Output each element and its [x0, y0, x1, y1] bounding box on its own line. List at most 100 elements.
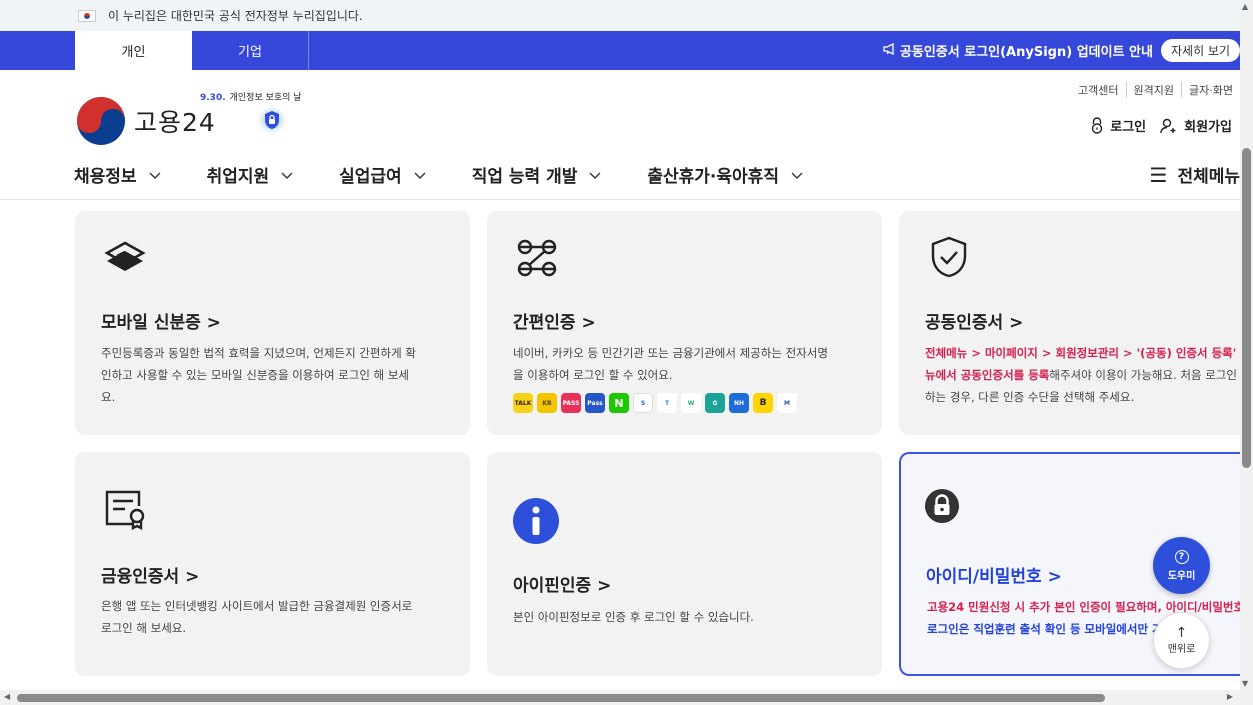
gov-emblem-icon	[77, 97, 125, 145]
card-desc-line: 요.	[101, 390, 116, 404]
nav-label: 채용정보	[74, 167, 137, 187]
privacy-day-date: 9.30.	[200, 93, 226, 103]
nav-skill-development[interactable]: 직업 능력 개발	[472, 162, 602, 187]
nav-label: 출산휴가·육아휴직	[647, 167, 779, 187]
card-title: 아이디/비밀번호 >	[926, 567, 1062, 587]
card-title: 아이핀인증 >	[513, 576, 612, 596]
card-desc-line: 인하고 사용할 수 있는 모바일 신분증을 이용하여 로그인 해 보세	[101, 368, 409, 382]
login-card-ipin[interactable]: 아이핀인증 > 본인 아이핀정보로 인증 후 로그인 할 수 있습니다.	[487, 452, 882, 676]
scroll-right-arrow-icon[interactable]: ▶	[1227, 692, 1233, 701]
auth-links: 로그인 회원가입	[1090, 116, 1232, 135]
signup-link[interactable]: 회원가입	[1160, 116, 1232, 135]
certificate-icon	[105, 490, 145, 530]
horizontal-scroll-thumb[interactable]	[17, 694, 1105, 702]
hana-icon[interactable]: G	[705, 393, 725, 413]
chevron-down-icon	[414, 165, 426, 185]
card-desc-line: 하는 경우, 다른 인증 수단을 선택해 주세요.	[925, 390, 1135, 404]
signup-label: 회원가입	[1184, 120, 1232, 135]
scroll-up-arrow-icon[interactable]: ▲	[1242, 2, 1248, 11]
banksalad-icon[interactable]: B	[753, 393, 773, 413]
login-link[interactable]: 로그인	[1090, 116, 1146, 135]
login-card-financial-certificate[interactable]: 금융인증서 > 은행 앱 또는 인터넷뱅킹 사이트에서 발급한 금융결제원 인증…	[75, 452, 470, 676]
pass-icon[interactable]: PASS	[561, 393, 581, 413]
card-title: 금융인증서 >	[101, 567, 200, 587]
mode-bar: 개인 기업 공동인증서 로그인(AnySign) 업데이트 안내 자세히 보기	[0, 31, 1240, 70]
nav-unemployment-benefit[interactable]: 실업급여	[339, 162, 426, 187]
card-desc-plain: 해주셔야 이용이 가능해요. 처음 로그인	[1049, 368, 1237, 382]
toss-icon[interactable]: T	[657, 393, 677, 413]
login-card-joint-certificate[interactable]: 공동인증서 > 전체메뉴 > 마이페이지 > 회원정보관리 > '(공동) 인증…	[899, 211, 1240, 435]
login-card-mobile-id[interactable]: 모바일 신분증 > 주민등록증과 동일한 법적 효력을 지녔으며, 언제든지 간…	[75, 211, 470, 435]
nav-label: 직업 능력 개발	[471, 167, 578, 187]
nav-employment-support[interactable]: 취업지원	[207, 162, 294, 187]
question-icon: ?	[1174, 549, 1189, 564]
megaphone-icon	[883, 42, 896, 58]
naver-icon[interactable]: N	[609, 393, 629, 413]
card-desc-line: 네이버, 카카오 등 민간기관 또는 금융기관에서 제공하는 전자서명	[513, 346, 828, 360]
tab-business[interactable]: 기업	[192, 31, 309, 70]
card-title: 공동인증서 >	[925, 313, 1024, 333]
header: 고용24 9.30. 개인정보 보호의 날 고객센터 원격지원 글자·화면 로그인…	[0, 70, 1240, 200]
shield-check-icon	[931, 236, 967, 278]
card-title: 간편인증 >	[513, 313, 596, 333]
login-card-simple-auth[interactable]: 간편인증 > 네이버, 카카오 등 민간기관 또는 금융기관에서 제공하는 전자…	[487, 211, 882, 435]
layered-card-icon	[104, 241, 146, 271]
woori-icon[interactable]: W	[681, 393, 701, 413]
privacy-shield-icon	[258, 106, 286, 134]
helper-button[interactable]: ? 도우미	[1153, 537, 1210, 594]
scroll-top-button[interactable]: ↑ 맨위로	[1153, 612, 1210, 669]
card-desc-red: 뉴에서 공동인증서를 등록	[925, 368, 1050, 382]
card-desc-line: 뉴에서 공동인증서를 등록해주셔야 이용이 가능해요. 처음 로그인	[925, 364, 1237, 386]
notice: 공동인증서 로그인(AnySign) 업데이트 안내 자세히 보기	[883, 31, 1240, 70]
lock-circle-icon	[925, 489, 959, 523]
lock-icon	[1092, 117, 1103, 134]
util-link-text-size[interactable]: 글자·화면	[1181, 82, 1240, 98]
kb-bank-icon[interactable]: KB	[537, 393, 557, 413]
samsung-pass-icon[interactable]: Pass	[585, 393, 605, 413]
vertical-scroll-thumb[interactable]	[1242, 148, 1251, 468]
scroll-down-arrow-icon[interactable]: ▼	[1242, 679, 1248, 688]
nav-label: 취업지원	[206, 167, 270, 187]
logo[interactable]: 고용24	[76, 96, 216, 146]
nav-job-info[interactable]: 채용정보	[74, 162, 161, 187]
scroll-top-label: 맨위로	[1167, 644, 1196, 655]
auth-provider-icons: TALK KB PASS Pass N S T W G NH B M	[513, 393, 797, 413]
arrow-up-icon: ↑	[1175, 625, 1188, 641]
utility-links: 고객센터 원격지원 글자·화면	[1071, 82, 1240, 98]
all-menu-label: 전체메뉴	[1177, 167, 1240, 187]
tab-personal[interactable]: 개인	[75, 31, 192, 70]
kakao-talk-icon[interactable]: TALK	[513, 393, 533, 413]
card-title: 모바일 신분증 >	[101, 313, 221, 333]
link-nodes-icon	[517, 239, 557, 277]
util-link-customer-center[interactable]: 고객센터	[1071, 82, 1125, 98]
chevron-down-icon	[589, 165, 601, 185]
privacy-day-label: 개인정보 보호의 날	[229, 93, 302, 103]
scroll-left-arrow-icon[interactable]: ◀	[4, 692, 10, 701]
add-user-icon	[1160, 118, 1176, 133]
vertical-scrollbar[interactable]: ▲ ▼	[1240, 0, 1253, 690]
notice-text[interactable]: 공동인증서 로그인(AnySign) 업데이트 안내	[900, 41, 1153, 60]
card-desc-line: 주민등록증과 동일한 법적 효력을 지녔으며, 언제든지 간편하게 확	[101, 346, 416, 360]
helper-label: 도우미	[1167, 570, 1196, 582]
notice-detail-button[interactable]: 자세히 보기	[1160, 39, 1240, 62]
privacy-day-badge: 9.30. 개인정보 보호의 날	[200, 90, 302, 103]
nav-parental-leave[interactable]: 출산휴가·육아휴직	[647, 162, 803, 187]
chevron-down-icon	[149, 165, 161, 185]
logo-text: 고용24	[134, 108, 216, 137]
mydata-icon[interactable]: M	[777, 393, 797, 413]
login-label: 로그인	[1110, 120, 1147, 135]
global-nav: 채용정보 취업지원 실업급여 직업 능력 개발 출산휴가·육아휴직	[74, 162, 849, 187]
card-desc-line: 본인 아이핀정보로 인증 후 로그인 할 수 있습니다.	[513, 610, 754, 624]
shinhan-icon[interactable]: S	[633, 393, 653, 413]
chevron-down-icon	[281, 165, 293, 185]
all-menu-button[interactable]: ☰ 전체메뉴	[1150, 162, 1241, 188]
card-desc-line: 로그인 해 보세요.	[101, 621, 187, 635]
util-link-remote-support[interactable]: 원격지원	[1125, 82, 1181, 98]
chevron-down-icon	[791, 165, 803, 185]
nh-icon[interactable]: NH	[729, 393, 749, 413]
gov-banner-text: 이 누리집은 대한민국 공식 전자정부 누리집입니다.	[108, 9, 363, 23]
horizontal-scrollbar[interactable]: ◀ ▶	[0, 690, 1253, 705]
gov-banner: 이 누리집은 대한민국 공식 전자정부 누리집입니다.	[0, 0, 1240, 31]
nav-label: 실업급여	[339, 167, 402, 187]
info-icon	[513, 498, 559, 544]
